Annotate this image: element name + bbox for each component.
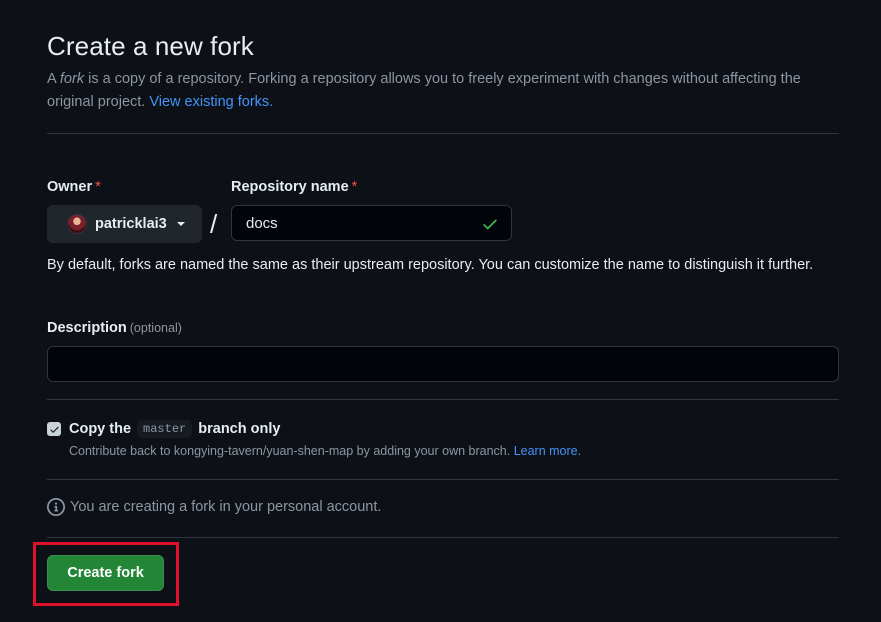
caret-down-icon (176, 222, 185, 226)
copy-branch-note: Contribute back to kongying-tavern/yuan-… (69, 444, 581, 458)
owner-select[interactable]: patricklai3 (47, 205, 202, 243)
copy-branch-checkbox[interactable] (47, 422, 61, 436)
required-mark: * (95, 179, 101, 195)
owner-label-text: Owner (47, 179, 93, 195)
check-icon (483, 219, 497, 230)
info-message: You are creating a fork in your personal… (47, 498, 381, 516)
repository-name-field[interactable] (231, 205, 512, 241)
repository-name-input[interactable] (246, 214, 466, 232)
intro-em: fork (59, 71, 85, 87)
repository-name-hint: By default, forks are named the same as … (47, 257, 814, 273)
page-title: Create a new fork (47, 31, 254, 61)
intro-prefix: A (47, 71, 60, 87)
learn-more-link[interactable]: Learn more. (514, 444, 581, 458)
description-field[interactable] (47, 346, 839, 382)
intro-text: A fork is a copy of a repository. Forkin… (47, 68, 837, 114)
info-icon (47, 498, 65, 516)
copy-branch-note-text: Contribute back to kongying-tavern/yuan-… (69, 444, 514, 458)
repository-name-label-text: Repository name (231, 179, 349, 195)
description-label: Description (optional) (47, 320, 182, 336)
create-fork-button[interactable]: Create fork (47, 555, 164, 591)
description-label-text: Description (47, 320, 127, 336)
owner-label: Owner * (47, 179, 101, 195)
copy-branch-suffix: branch only (198, 421, 281, 437)
optional-text: (optional) (129, 321, 182, 335)
avatar (67, 214, 87, 234)
info-text: You are creating a fork in your personal… (70, 499, 382, 515)
required-mark: * (351, 179, 358, 195)
repository-name-label: Repository name * (231, 179, 357, 195)
fork-page: Create a new fork A fork is a copy of a … (0, 0, 881, 622)
owner-repo-separator: / (210, 209, 218, 239)
view-existing-forks-link[interactable]: View existing forks. (149, 94, 273, 110)
divider (47, 133, 839, 134)
divider (47, 537, 839, 538)
divider (47, 479, 839, 480)
owner-name: patricklai3 (95, 216, 167, 232)
copy-branch-prefix: Copy the (69, 421, 132, 437)
divider (47, 399, 839, 400)
checkmark-icon (49, 426, 59, 433)
branch-name: master (137, 420, 193, 438)
copy-branch-label[interactable]: Copy the master branch only (69, 420, 280, 438)
description-input[interactable] (48, 347, 838, 381)
